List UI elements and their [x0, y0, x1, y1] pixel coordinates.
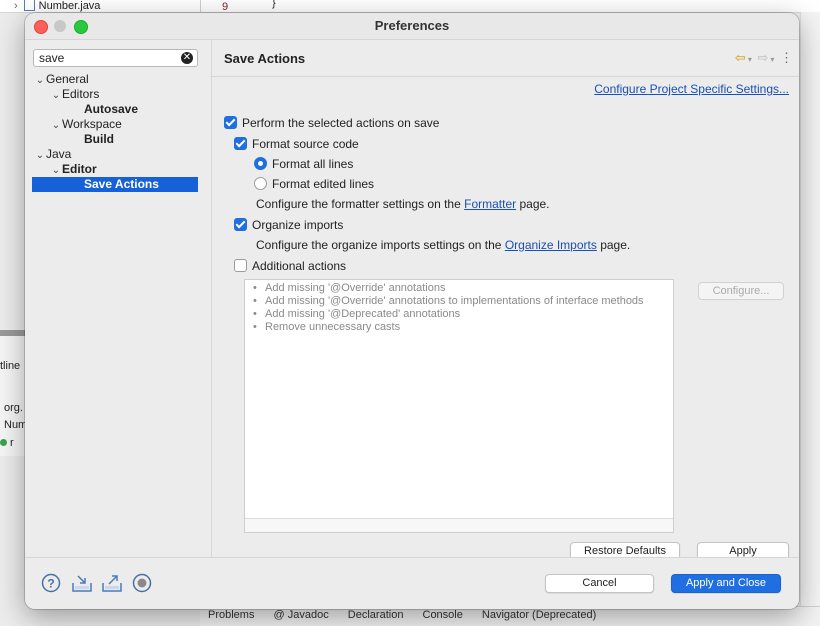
tree-item-general[interactable]: ⌄ General [34, 72, 89, 87]
ide-right-panel [800, 12, 820, 612]
titlebar: Preferences [25, 13, 799, 40]
forward-arrow-icon[interactable]: ⇨ [757, 50, 768, 65]
additional-actions-checkbox[interactable] [234, 259, 247, 272]
code-editor[interactable] [200, 0, 820, 12]
ide-bottom-tabs: Problems @ Javadoc Declaration Console N… [200, 606, 820, 626]
perform-on-save-option[interactable]: Perform the selected actions on save [224, 116, 439, 130]
chevron-down-icon: ⌄ [51, 165, 61, 176]
tree-item-save-actions[interactable]: Save Actions [32, 177, 198, 192]
cancel-button[interactable]: Cancel [545, 574, 654, 593]
back-dropdown-icon[interactable]: ▾ [748, 55, 752, 64]
tree-item-workspace[interactable]: ⌄ Workspace [50, 117, 122, 132]
additional-actions-list[interactable]: • Add missing '@Override' annotations • Ad… [244, 279, 674, 533]
line-number: 9 [222, 1, 229, 13]
tree-item-java[interactable]: ⌄ Java [34, 147, 72, 162]
horizontal-scrollbar[interactable] [245, 518, 673, 532]
perform-on-save-checkbox[interactable] [224, 116, 237, 129]
tab-console[interactable]: Console [415, 607, 471, 621]
formatter-settings-text: Configure the formatter settings on the … [256, 197, 550, 211]
tree-item-build[interactable]: Build [84, 132, 114, 147]
format-all-lines-radio[interactable] [254, 157, 267, 170]
outline-item[interactable]: org. [4, 402, 23, 414]
format-all-lines-option[interactable]: Format all lines [254, 157, 353, 171]
outline-item[interactable]: Num [4, 419, 27, 431]
filter-field[interactable]: ✕ [33, 49, 198, 67]
chevron-down-icon: ⌄ [51, 90, 61, 101]
tab-declaration[interactable]: Declaration [340, 607, 412, 621]
format-source-checkbox[interactable] [234, 137, 247, 150]
clear-filter-icon[interactable]: ✕ [181, 52, 193, 64]
editor-tab-label: Number.java [38, 0, 101, 12]
tab-problems[interactable]: Problems [200, 607, 262, 621]
dialog-footer: ? Cancel Apply and Close [25, 557, 799, 609]
list-item: • Add missing '@Override' annotations [253, 282, 446, 294]
organize-imports-checkbox[interactable] [234, 218, 247, 231]
format-source-option[interactable]: Format source code [234, 137, 359, 151]
code-line: } [272, 0, 276, 9]
tab-javadoc[interactable]: @ Javadoc [266, 607, 337, 621]
outline-title: tline [0, 360, 21, 372]
page-header: Save Actions ⇦ ▾ ⇨ ▾ ⋮ [212, 40, 799, 77]
dialog-title: Preferences [374, 18, 450, 33]
more-options-icon[interactable]: ⋮ [780, 50, 793, 65]
filter-input[interactable] [39, 51, 169, 65]
outline-item[interactable]: r [0, 437, 14, 449]
configure-project-link[interactable]: Configure Project Specific Settings... [594, 82, 789, 96]
list-item: • Add missing '@Override' annotations to … [253, 295, 644, 307]
chevron-down-icon: ⌄ [35, 150, 45, 161]
page-nav: ⇦ ▾ ⇨ ▾ ⋮ [733, 50, 793, 66]
tree-item-autosave[interactable]: Autosave [84, 102, 138, 117]
chevron-down-icon: ⌄ [35, 75, 45, 86]
forward-dropdown-icon[interactable]: ▾ [770, 55, 774, 64]
tree-item-editors[interactable]: ⌄ Editors [50, 87, 100, 102]
help-icon[interactable]: ? [41, 573, 61, 593]
chevron-right-icon: › [14, 0, 18, 12]
back-arrow-icon[interactable]: ⇦ [735, 50, 746, 65]
page-title: Save Actions [224, 51, 306, 66]
editor-tab[interactable]: › Number.java [14, 0, 100, 12]
preferences-dialog: Preferences ✕ ⌄General ⌄Editors Autosave… [25, 13, 799, 609]
record-icon[interactable] [132, 573, 152, 593]
format-edited-lines-option[interactable]: Format edited lines [254, 177, 374, 191]
list-item: • Remove unnecessary casts [253, 321, 401, 333]
format-edited-lines-radio[interactable] [254, 177, 267, 190]
list-item: • Add missing '@Deprecated' annotations [253, 308, 461, 320]
chevron-down-icon: ⌄ [51, 120, 61, 131]
method-icon [0, 439, 7, 446]
preference-page: Save Actions ⇦ ▾ ⇨ ▾ ⋮ Configure Project S… [212, 40, 799, 561]
java-file-icon [23, 0, 35, 11]
tree-item-editor[interactable]: ⌄ Editor [50, 162, 97, 177]
apply-and-close-button[interactable]: Apply and Close [671, 574, 781, 593]
configure-button[interactable]: Configure... [698, 282, 784, 300]
outline-panel: tline org. Num r [0, 330, 27, 456]
tab-navigator[interactable]: Navigator (Deprecated) [474, 607, 604, 621]
organize-imports-option[interactable]: Organize imports [234, 218, 343, 232]
import-icon[interactable] [71, 573, 93, 593]
preferences-tree-panel: ✕ ⌄General ⌄Editors Autosave ⌄Workspace … [25, 40, 212, 557]
organize-imports-link[interactable]: Organize Imports [505, 238, 597, 252]
svg-text:?: ? [47, 577, 54, 591]
organize-imports-text: Configure the organize imports settings … [256, 238, 631, 252]
export-icon[interactable] [101, 573, 123, 593]
formatter-link[interactable]: Formatter [464, 197, 516, 211]
additional-actions-option[interactable]: Additional actions [234, 259, 346, 273]
